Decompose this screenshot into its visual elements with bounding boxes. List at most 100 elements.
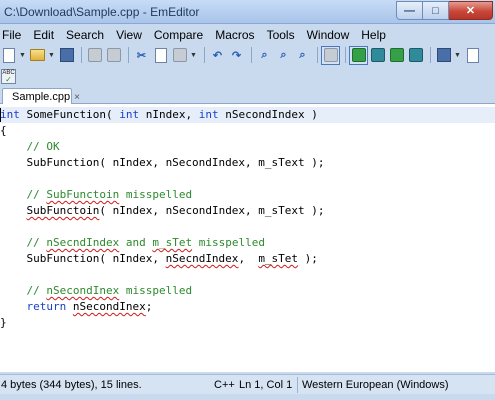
spell-toolbar: ABC ✓	[0, 66, 495, 86]
code-line[interactable]: int SomeFunction( int nIndex, int nSecon…	[0, 107, 495, 123]
menu-help[interactable]: Help	[355, 26, 392, 44]
code-token: SomeFunction(	[19, 108, 120, 121]
new-dropdown-icon[interactable]: ▼	[19, 52, 26, 59]
minimize-button[interactable]: —	[396, 1, 423, 20]
main-toolbar: ▼ ▼ ✂ ▼ ↶ ↷ ⌕ ⌕ ⌕ ▼	[0, 44, 495, 66]
status-language[interactable]: C++	[214, 377, 235, 393]
code-view[interactable]: int SomeFunction( int nIndex, int nSecon…	[0, 104, 495, 347]
code-line[interactable]: return nSecondInex;	[0, 299, 495, 315]
macro-dropdown-icon[interactable]: ▼	[454, 52, 461, 59]
code-line[interactable]: // nSecondInex misspelled	[0, 283, 495, 299]
find-previous-icon[interactable]: ⌕	[294, 47, 311, 64]
code-line[interactable]: SubFunction( nIndex, nSecndIndex, m_sTet…	[0, 251, 495, 267]
close-icon: ✕	[465, 5, 476, 17]
spell-check-button[interactable]: ABC ✓	[1, 68, 16, 84]
print-icon[interactable]	[86, 47, 103, 64]
code-line[interactable]: // OK	[0, 139, 495, 155]
status-encoding[interactable]: Western European (Windows)	[297, 376, 449, 393]
menu-view[interactable]: View	[110, 26, 148, 44]
code-line[interactable]: }	[0, 315, 495, 331]
code-line[interactable]	[0, 171, 495, 187]
misspelled-word: nSecondInex	[46, 284, 120, 297]
code-line[interactable]	[0, 219, 495, 235]
code-token: }	[0, 316, 7, 329]
editor-area[interactable]: int SomeFunction( int nIndex, int nSecon…	[0, 104, 495, 372]
code-line[interactable]: // nSecndIndex and m_sTet misspelled	[0, 235, 495, 251]
menu-file[interactable]: File	[0, 26, 27, 44]
close-button[interactable]: ✕	[449, 1, 493, 20]
code-token: SubFunction( nIndex,	[0, 252, 166, 265]
tab-close-icon[interactable]: ×	[74, 92, 80, 103]
tab-sample-cpp[interactable]: Sample.cpp ×	[2, 88, 80, 105]
tab-label: Sample.cpp	[12, 91, 71, 103]
menu-edit[interactable]: Edit	[27, 26, 60, 44]
code-token: {	[0, 124, 7, 137]
highlight-icon[interactable]	[321, 45, 340, 65]
status-file-size: 4 bytes (344 bytes), 15 lines.	[1, 378, 142, 391]
split-view-horizontal-icon[interactable]	[407, 47, 424, 64]
menu-tools[interactable]: Tools	[261, 26, 301, 44]
code-token: int	[119, 108, 140, 121]
code-token: // OK	[0, 140, 60, 153]
window-title: C:\Download\Sample.cpp - EmEditor	[4, 5, 200, 19]
code-token: int	[0, 108, 20, 121]
open-dropdown-icon[interactable]: ▼	[48, 52, 55, 59]
paste-dropdown-icon[interactable]: ▼	[190, 52, 197, 59]
copy-icon[interactable]	[152, 47, 169, 64]
misspelled-word: SubFunctoin	[26, 204, 100, 217]
print-preview-icon[interactable]	[105, 47, 122, 64]
code-token: //	[0, 284, 47, 297]
code-line[interactable]: SubFunction( nIndex, nSecondIndex, m_sTe…	[0, 155, 495, 171]
menu-window[interactable]: Window	[301, 26, 356, 44]
toolbar-separator	[251, 47, 252, 63]
code-token: return	[26, 300, 67, 313]
save-icon[interactable]	[58, 47, 75, 64]
new-file-icon[interactable]	[0, 47, 17, 64]
code-token: misspelled	[119, 284, 193, 297]
misspelled-word: nSecndIndex	[46, 236, 120, 249]
menu-search[interactable]: Search	[60, 26, 110, 44]
toolbar-separator	[128, 47, 129, 63]
menu-bar: File Edit Search View Compare Macros Too…	[0, 26, 495, 44]
text-caret	[0, 108, 1, 122]
code-token: ;	[145, 300, 153, 313]
toolbar-separator	[317, 47, 318, 63]
code-line[interactable]	[0, 331, 495, 347]
find-next-icon[interactable]: ⌕	[275, 47, 292, 64]
find-icon[interactable]: ⌕	[256, 47, 273, 64]
menu-compare[interactable]: Compare	[148, 26, 209, 44]
code-token: nSecondIndex )	[218, 108, 318, 121]
misspelled-word: nSecndIndex	[165, 252, 239, 265]
code-token: misspelled	[192, 236, 265, 249]
code-token: misspelled	[119, 188, 193, 201]
code-line[interactable]: // SubFunctoin misspelled	[0, 187, 495, 203]
properties-icon[interactable]	[464, 47, 481, 64]
maximize-button[interactable]: □	[423, 1, 449, 20]
cut-icon[interactable]: ✂	[133, 47, 150, 64]
status-position[interactable]: Ln 1, Col 1	[239, 377, 292, 393]
redo-icon[interactable]: ↷	[228, 47, 245, 64]
code-token: //	[0, 188, 47, 201]
code-token: );	[298, 252, 318, 265]
minimize-icon: —	[404, 4, 415, 17]
menu-macros[interactable]: Macros	[209, 26, 260, 44]
code-token: int	[198, 108, 219, 121]
title-bar[interactable]: C:\Download\Sample.cpp - EmEditor — □ ✕	[0, 0, 495, 24]
tab-strip: Sample.cpp ×	[0, 86, 495, 105]
open-folder-icon[interactable]	[29, 47, 46, 64]
code-line[interactable]: SubFunctoin( nIndex, nSecondIndex, m_sTe…	[0, 203, 495, 219]
misspelled-word: m_sTet	[258, 252, 299, 265]
code-line[interactable]: {	[0, 123, 495, 139]
undo-icon[interactable]: ↶	[209, 47, 226, 64]
split-view-icon[interactable]	[388, 47, 405, 64]
macro-icon[interactable]	[435, 47, 452, 64]
maximize-icon: □	[432, 4, 439, 17]
paste-icon[interactable]	[171, 47, 188, 64]
code-token: //	[0, 236, 47, 249]
outline-icon[interactable]	[369, 47, 386, 64]
code-line[interactable]	[0, 267, 495, 283]
code-token: ( nIndex, nSecondIndex, m_sText );	[99, 204, 325, 217]
word-wrap-icon[interactable]	[349, 45, 368, 65]
